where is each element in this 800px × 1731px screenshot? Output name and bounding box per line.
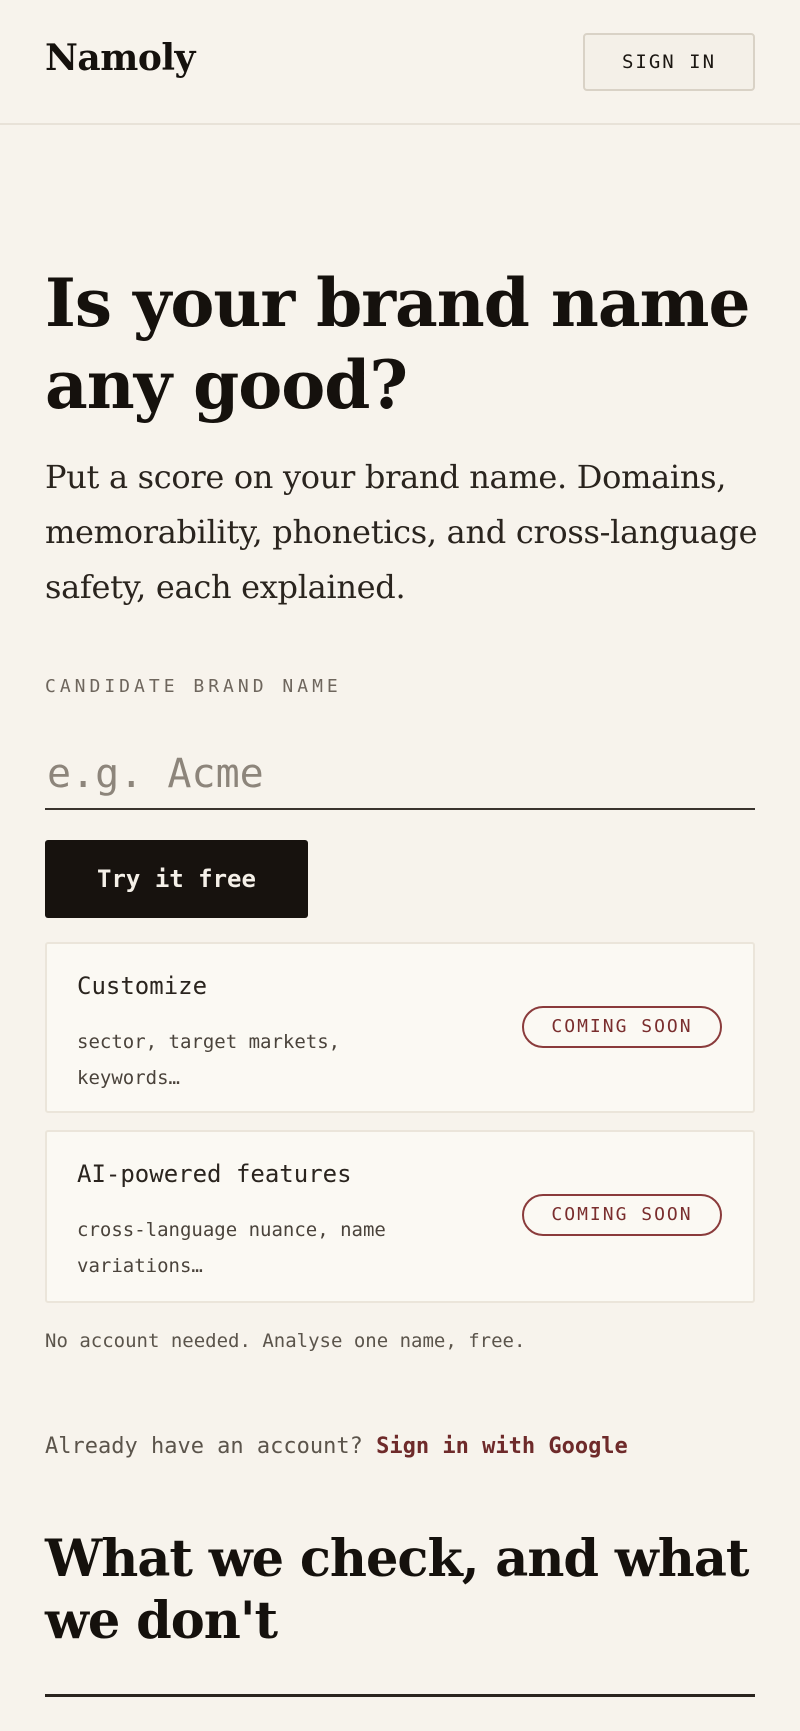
sign-in-button[interactable]: SIGN IN xyxy=(583,33,755,91)
section-divider xyxy=(45,1694,755,1697)
brand-name-input[interactable] xyxy=(45,740,755,810)
feature-card-ai: AI-powered features cross-language nuanc… xyxy=(45,1130,755,1303)
logo[interactable]: Namoly xyxy=(45,37,195,79)
feature-card-customize: Customize sector, target markets, keywor… xyxy=(45,942,755,1113)
hero-title: Is your brand name any good? xyxy=(45,264,751,424)
account-prompt-row: Already have an account? Sign in with Go… xyxy=(45,1434,628,1459)
sign-in-google-link[interactable]: Sign in with Google xyxy=(376,1434,628,1459)
coming-soon-badge: COMING SOON xyxy=(522,1194,722,1236)
feature-description: cross-language nuance, name variations… xyxy=(77,1219,386,1277)
top-header: Namoly SIGN IN xyxy=(0,0,800,125)
feature-title: AI-powered features xyxy=(77,1160,352,1188)
hero-subtitle: Put a score on your brand name. Domains,… xyxy=(45,458,758,606)
section-title: What we check, and what we don't xyxy=(45,1529,749,1651)
feature-description: sector, target markets, keywords… xyxy=(77,1031,341,1089)
feature-title: Customize xyxy=(77,972,208,1000)
try-free-button[interactable]: Try it free xyxy=(45,840,308,918)
account-prompt: Already have an account? xyxy=(45,1434,363,1459)
coming-soon-badge: COMING SOON xyxy=(522,1006,722,1048)
no-account-note: No account needed. Analyse one name, fre… xyxy=(45,1330,526,1352)
brand-name-label: CANDIDATE BRAND NAME xyxy=(45,676,342,697)
